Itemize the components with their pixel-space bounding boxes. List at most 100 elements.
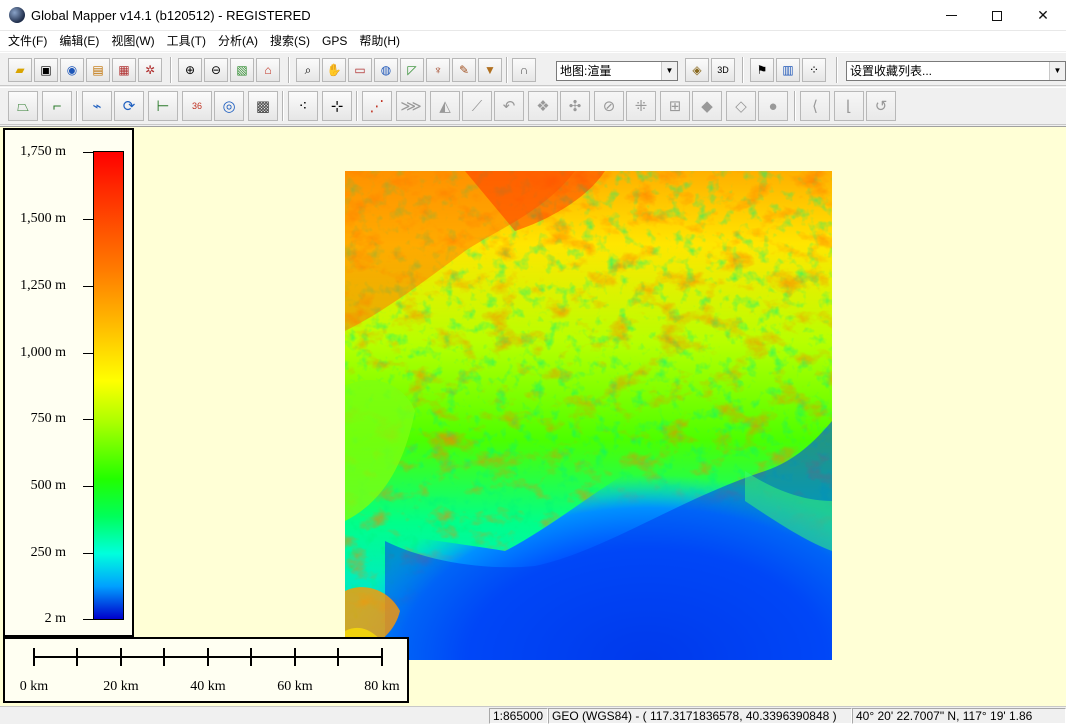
open-folder-icon[interactable]: ▰ [8,58,32,82]
tool-k-icon[interactable]: ◇ [726,91,756,121]
close-button[interactable]: ✕ [1020,0,1066,31]
scale-label: 20 km [103,679,139,694]
tool-j-icon[interactable]: ◆ [692,91,722,121]
layer-select[interactable]: 地图:渲量 ▼ [556,61,678,81]
legend-tick [83,152,93,153]
overlay-control-icon[interactable]: ▤ [86,58,110,82]
tool-g-icon[interactable]: ⊘ [594,91,624,121]
buffer-icon[interactable]: ◎ [214,91,244,121]
menu-edit[interactable]: 编辑(E) [53,31,105,51]
tool-d-icon[interactable]: ↶ [494,91,524,121]
scale-bar: 0 km 20 km 40 km 60 km 80 km [3,637,409,703]
tools-icon[interactable]: ✲ [138,58,162,82]
elevation-color-bar [93,151,124,620]
menu-analysis[interactable]: 分析(A) [212,31,264,51]
legend-tick [83,419,93,420]
menu-bar: 文件(F) 编辑(E) 视图(W) 工具(T) 分析(A) 搜索(S) GPS … [0,31,1066,51]
zoom-in-icon[interactable]: ⊕ [178,58,202,82]
grid-select-icon[interactable]: ⁘ [802,58,826,82]
point-icon[interactable]: ⁖ [288,91,318,121]
close-icon: ✕ [1037,7,1049,23]
scale-tick [294,648,296,666]
globe-icon[interactable]: ◉ [60,58,84,82]
scale-tick [33,648,35,666]
menu-view[interactable]: 视图(W) [105,31,160,51]
tool-m-icon[interactable]: ⟨ [800,91,830,121]
edit-vertex-icon[interactable]: ⌁ [82,91,112,121]
status-scale: 1:865000 [489,708,548,724]
tool-b-icon[interactable]: ◭ [430,91,460,121]
legend-tick [83,353,93,354]
feature-info-icon[interactable]: ◍ [374,58,398,82]
minimize-button[interactable] [928,0,974,31]
toolbar-separator [76,91,78,121]
scale-label: 0 km [19,679,49,694]
split-icon[interactable]: ⊢ [148,91,178,121]
control-point-icon[interactable]: ▼ [478,58,502,82]
config-icon[interactable]: ▦ [112,58,136,82]
tool-o-icon[interactable]: ↺ [866,91,896,121]
toolbar-separator [836,57,838,83]
3d-arch-icon[interactable]: ∩ [512,58,536,82]
elevation-raster[interactable] [345,171,832,660]
measure-icon[interactable]: ▭ [348,58,372,82]
toolbar-separator [794,91,796,121]
toolbar-separator [506,57,508,83]
maximize-button[interactable] [974,0,1020,31]
map-view[interactable]: 1,750 m 1,500 m 1,250 m 1,000 m 750 m 50… [0,126,1066,706]
grid-icon[interactable]: ▩ [248,91,278,121]
tool-l-icon[interactable]: ● [758,91,788,121]
menu-gps[interactable]: GPS [316,31,353,51]
zoom-out-icon[interactable]: ⊖ [204,58,228,82]
home-icon[interactable]: ⌂ [256,58,280,82]
create-line-icon[interactable]: ⌐ [42,91,72,121]
legend-tick [83,286,93,287]
scale-label: 80 km [364,679,400,694]
tool-n-icon[interactable]: ⌊ [834,91,864,121]
scale-tick [337,648,339,666]
3d-view-icon[interactable]: 3D [711,58,735,82]
menu-tools[interactable]: 工具(T) [161,31,212,51]
toolbar-separator [282,91,284,121]
menu-help[interactable]: 帮助(H) [353,31,406,51]
flag-icon[interactable]: ⚑ [750,58,774,82]
tool-c-icon[interactable]: ⟋ [462,91,492,121]
chevron-down-icon: ▼ [1049,62,1065,80]
pan-hand-icon[interactable]: ✋ [322,58,346,82]
scale-tick [120,648,122,666]
scale-tick [250,648,252,666]
rotate-icon[interactable]: ⟳ [114,91,144,121]
zoom-tool-icon[interactable]: ⌕ [296,58,320,82]
tool-i-icon[interactable]: ⊞ [660,91,690,121]
legend-label: 1,250 m [20,278,66,293]
digitizer-icon[interactable]: ✎ [452,58,476,82]
legend-label: 2 m [44,611,66,626]
legend-tick [83,219,93,220]
title-bar: Global Mapper v14.1 (b120512) - REGISTER… [0,0,1066,31]
tool-e-icon[interactable]: ❖ [528,91,558,121]
coords-icon[interactable]: 36 [182,91,212,121]
window-icon[interactable]: ▥ [776,58,800,82]
elevation-raster-image [345,171,832,660]
tool-a-icon[interactable]: ⋙ [396,91,426,121]
layer-select-value: 地图:渲量 [560,64,612,78]
tool-h-icon[interactable]: ⁜ [626,91,656,121]
tool-f-icon[interactable]: ✣ [560,91,590,121]
menu-file[interactable]: 文件(F) [2,31,53,51]
scale-tick [163,648,165,666]
app-globe-icon [9,7,25,23]
path-profile-icon[interactable]: ◸ [400,58,424,82]
point-line-icon[interactable]: ⊹ [322,91,352,121]
favorites-select[interactable]: 设置收藏列表... ▼ [846,61,1066,81]
create-area-icon[interactable]: ⏢ [8,91,38,121]
zoom-extent-icon[interactable]: ▧ [230,58,254,82]
status-dms-coords: 40° 20' 22.7007" N, 117° 19' 1.86 [852,708,1066,724]
save-icon[interactable]: ▣ [34,58,58,82]
legend-tick [83,486,93,487]
view-shed-icon[interactable]: ♆ [426,58,450,82]
legend-tick [83,619,93,620]
menu-search[interactable]: 搜索(S) [264,31,316,51]
layer-settings-icon[interactable]: ◈ [685,58,709,82]
smooth-icon[interactable]: ⋰ [362,91,392,121]
status-bar: 1:865000 GEO (WGS84) - ( 117.3171836578,… [0,706,1066,724]
